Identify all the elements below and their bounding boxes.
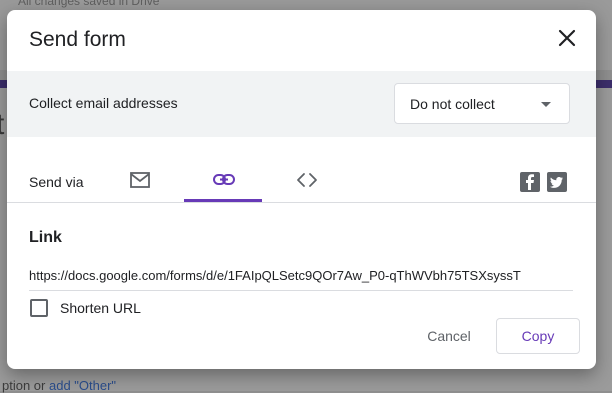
background-title-fragment: t (0, 108, 5, 141)
dialog-title: Send form (29, 28, 126, 51)
link-icon (213, 174, 235, 185)
link-heading: Link (29, 229, 62, 246)
save-status: All changes saved in Drive (18, 0, 160, 8)
form-url-text: https://docs.google.com/forms/d/e/1FAIpQ… (29, 268, 521, 283)
email-icon (130, 172, 150, 188)
facebook-share-button[interactable] (520, 172, 540, 192)
tab-email[interactable] (101, 158, 179, 204)
tabs-divider (7, 202, 596, 203)
tab-embed[interactable] (268, 158, 346, 204)
facebook-icon (526, 174, 534, 190)
collect-email-select[interactable]: Do not collect (394, 83, 570, 124)
embed-code-icon (297, 173, 317, 187)
twitter-icon (549, 177, 563, 188)
collect-email-value: Do not collect (410, 96, 495, 112)
shorten-url-checkbox[interactable] (30, 299, 48, 317)
send-via-label: Send via (29, 174, 84, 190)
caret-down-icon (541, 102, 551, 107)
send-form-dialog: Send form Collect email addresses Do not… (7, 10, 596, 369)
copy-button[interactable]: Copy (496, 318, 580, 354)
close-button[interactable] (555, 26, 579, 50)
tab-link[interactable] (184, 158, 262, 204)
shorten-url-label: Shorten URL (60, 300, 141, 316)
twitter-share-button[interactable] (547, 172, 567, 192)
cancel-button[interactable]: Cancel (411, 318, 487, 354)
collect-email-label: Collect email addresses (29, 95, 178, 111)
close-icon (558, 29, 576, 47)
form-url-field[interactable]: https://docs.google.com/forms/d/e/1FAIpQ… (29, 266, 573, 291)
collect-email-row: Collect email addresses Do not collect (7, 71, 596, 137)
